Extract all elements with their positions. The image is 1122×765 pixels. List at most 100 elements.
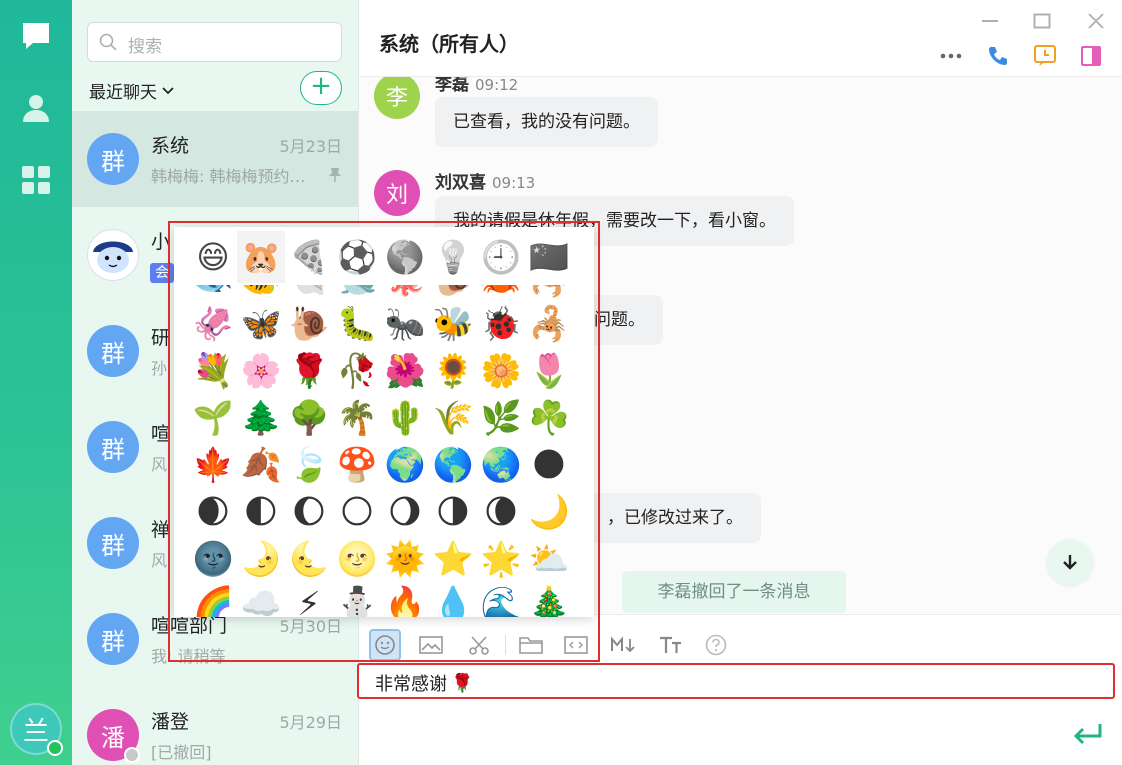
- emoji-item[interactable]: 🍄: [333, 441, 381, 489]
- emoji-item[interactable]: 🌖: [381, 488, 429, 536]
- emoji-item[interactable]: 🐞: [477, 300, 525, 348]
- maximize-icon[interactable]: [1029, 8, 1055, 34]
- emoji-item[interactable]: 🌻: [429, 347, 477, 395]
- emoji-item[interactable]: 🦑: [189, 300, 237, 348]
- emoji-item[interactable]: 🔥: [381, 580, 429, 617]
- emoji-item[interactable]: 🌜: [285, 535, 333, 583]
- sender-name: 李磊 09:12: [435, 77, 519, 95]
- minimize-icon[interactable]: [977, 8, 1003, 34]
- emoji-item[interactable]: 🍃: [285, 441, 333, 489]
- emoji-item[interactable]: 🦂: [525, 300, 573, 348]
- emoji-tab-smileys[interactable]: 😄: [189, 231, 237, 283]
- reminder-icon[interactable]: [1031, 42, 1059, 70]
- more-icon[interactable]: [937, 42, 965, 70]
- emoji-item[interactable]: 🌴: [333, 394, 381, 442]
- emoji-item[interactable]: 🌙: [525, 488, 573, 536]
- emoji-tab-flags[interactable]: 🇨🇳: [525, 231, 573, 283]
- markdown-button[interactable]: [607, 629, 639, 661]
- emoji-item[interactable]: 💐: [189, 347, 237, 395]
- emoji-item[interactable]: 🌵: [381, 394, 429, 442]
- emoji-item[interactable]: 🌝: [333, 535, 381, 583]
- conversation-preview: 韩梅梅: 韩梅梅预约…: [151, 167, 306, 186]
- emoji-tab-objects[interactable]: 💡: [429, 231, 477, 283]
- message-bubble[interactable]: ，已修改过来了。: [589, 493, 761, 543]
- emoji-item[interactable]: ☘️: [525, 394, 573, 442]
- emoji-item[interactable]: 🦋: [237, 300, 285, 348]
- emoji-item[interactable]: 🌍: [381, 441, 429, 489]
- conversation-item[interactable]: 群 系统 5月23日 韩梅梅: 韩梅梅预约…: [72, 111, 358, 207]
- emoji-item[interactable]: 🌞: [381, 535, 429, 583]
- left-rail: 兰: [0, 0, 72, 765]
- emoji-item[interactable]: 🌈: [189, 580, 237, 617]
- emoji-item[interactable]: 🌘: [477, 488, 525, 536]
- emoji-tab-activity[interactable]: ⚽: [333, 231, 381, 283]
- emoji-item[interactable]: 🎄: [525, 580, 573, 617]
- emoji-item[interactable]: 🥀: [333, 347, 381, 395]
- emoji-tab-animals[interactable]: 🐹: [237, 231, 285, 283]
- emoji-item[interactable]: 🍁: [189, 441, 237, 489]
- search-icon: [99, 33, 117, 51]
- emoji-item[interactable]: 🐜: [381, 300, 429, 348]
- emoji-item[interactable]: 🐝: [429, 300, 477, 348]
- emoji-item[interactable]: ⭐: [429, 535, 477, 583]
- emoji-item[interactable]: 🍂: [237, 441, 285, 489]
- emoji-item[interactable]: 🐛: [333, 300, 381, 348]
- input-value: 非常感谢: [375, 674, 447, 695]
- emoji-item[interactable]: 🌕: [333, 488, 381, 536]
- emoji-item[interactable]: 🌛: [237, 535, 285, 583]
- emoji-item[interactable]: 🐌: [285, 300, 333, 348]
- emoji-item[interactable]: 🌑: [525, 441, 573, 489]
- recent-chats-label: 最近聊天: [89, 83, 157, 103]
- emoji-item[interactable]: 🌱: [189, 394, 237, 442]
- search-box[interactable]: 搜索: [87, 22, 342, 62]
- emoji-item[interactable]: 🌗: [429, 488, 477, 536]
- emoji-item[interactable]: 🌿: [477, 394, 525, 442]
- emoji-item[interactable]: 🌔: [285, 488, 333, 536]
- group-avatar: 群: [87, 421, 139, 473]
- emoji-item[interactable]: ⛄: [333, 580, 381, 617]
- emoji-item[interactable]: 🌸: [237, 347, 285, 395]
- conversation-preview: 风: [151, 551, 168, 570]
- phone-icon[interactable]: [984, 42, 1012, 70]
- emoji-item[interactable]: 🌲: [237, 394, 285, 442]
- emoji-item[interactable]: 🌒: [189, 488, 237, 536]
- chat-icon[interactable]: [18, 18, 54, 54]
- emoji-tab-travel[interactable]: 🌎: [381, 231, 429, 283]
- group-avatar: 群: [87, 517, 139, 569]
- emoji-item[interactable]: 🌼: [477, 347, 525, 395]
- emoji-item[interactable]: 🌹: [285, 347, 333, 395]
- recent-chats-dropdown[interactable]: 最近聊天: [89, 78, 175, 103]
- emoji-item[interactable]: 💧: [429, 580, 477, 617]
- add-chat-button[interactable]: +: [300, 71, 342, 105]
- message-bubble[interactable]: 已查看，我的没有问题。: [435, 97, 658, 147]
- emoji-item[interactable]: 🌟: [477, 535, 525, 583]
- emoji-item[interactable]: 🌏: [477, 441, 525, 489]
- emoji-item[interactable]: 🌺: [381, 347, 429, 395]
- contacts-icon[interactable]: [18, 90, 54, 126]
- sidebar-toggle-icon[interactable]: [1077, 42, 1105, 70]
- emoji-item[interactable]: 🌊: [477, 580, 525, 617]
- close-icon[interactable]: [1083, 8, 1109, 34]
- emoji-item[interactable]: 🌓: [237, 488, 285, 536]
- emoji-item[interactable]: ☁️: [237, 580, 285, 617]
- emoji-item[interactable]: ⛅: [525, 535, 573, 583]
- text-size-icon: [660, 636, 681, 653]
- emoji-item[interactable]: 🌚: [189, 535, 237, 583]
- emoji-item[interactable]: ⚡: [285, 580, 333, 617]
- font-size-button[interactable]: [654, 629, 686, 661]
- emoji-item[interactable]: 🌷: [525, 347, 573, 395]
- send-icon[interactable]: [1071, 722, 1103, 746]
- apps-grid-icon[interactable]: [18, 162, 54, 198]
- conversation-item[interactable]: 潘 潘登 5月29日 [已撤回]: [72, 687, 358, 765]
- emoji-tab-food[interactable]: 🍕: [285, 231, 333, 283]
- conversation-name: 潘登: [151, 711, 190, 733]
- emoji-tab-symbols[interactable]: 🕘: [477, 231, 525, 283]
- help-button[interactable]: [700, 629, 732, 661]
- message-input[interactable]: 非常感谢 🌹: [357, 663, 1115, 699]
- emoji-item[interactable]: 🌳: [285, 394, 333, 442]
- scroll-to-bottom-button[interactable]: [1047, 539, 1093, 585]
- emoji-item[interactable]: 🌎: [429, 441, 477, 489]
- emoji-item[interactable]: 🌾: [429, 394, 477, 442]
- sender-avatar: 李: [374, 77, 420, 119]
- emoji-category-tabs: 😄 🐹 🍕 ⚽ 🌎 💡 🕘 🇨🇳: [174, 227, 594, 285]
